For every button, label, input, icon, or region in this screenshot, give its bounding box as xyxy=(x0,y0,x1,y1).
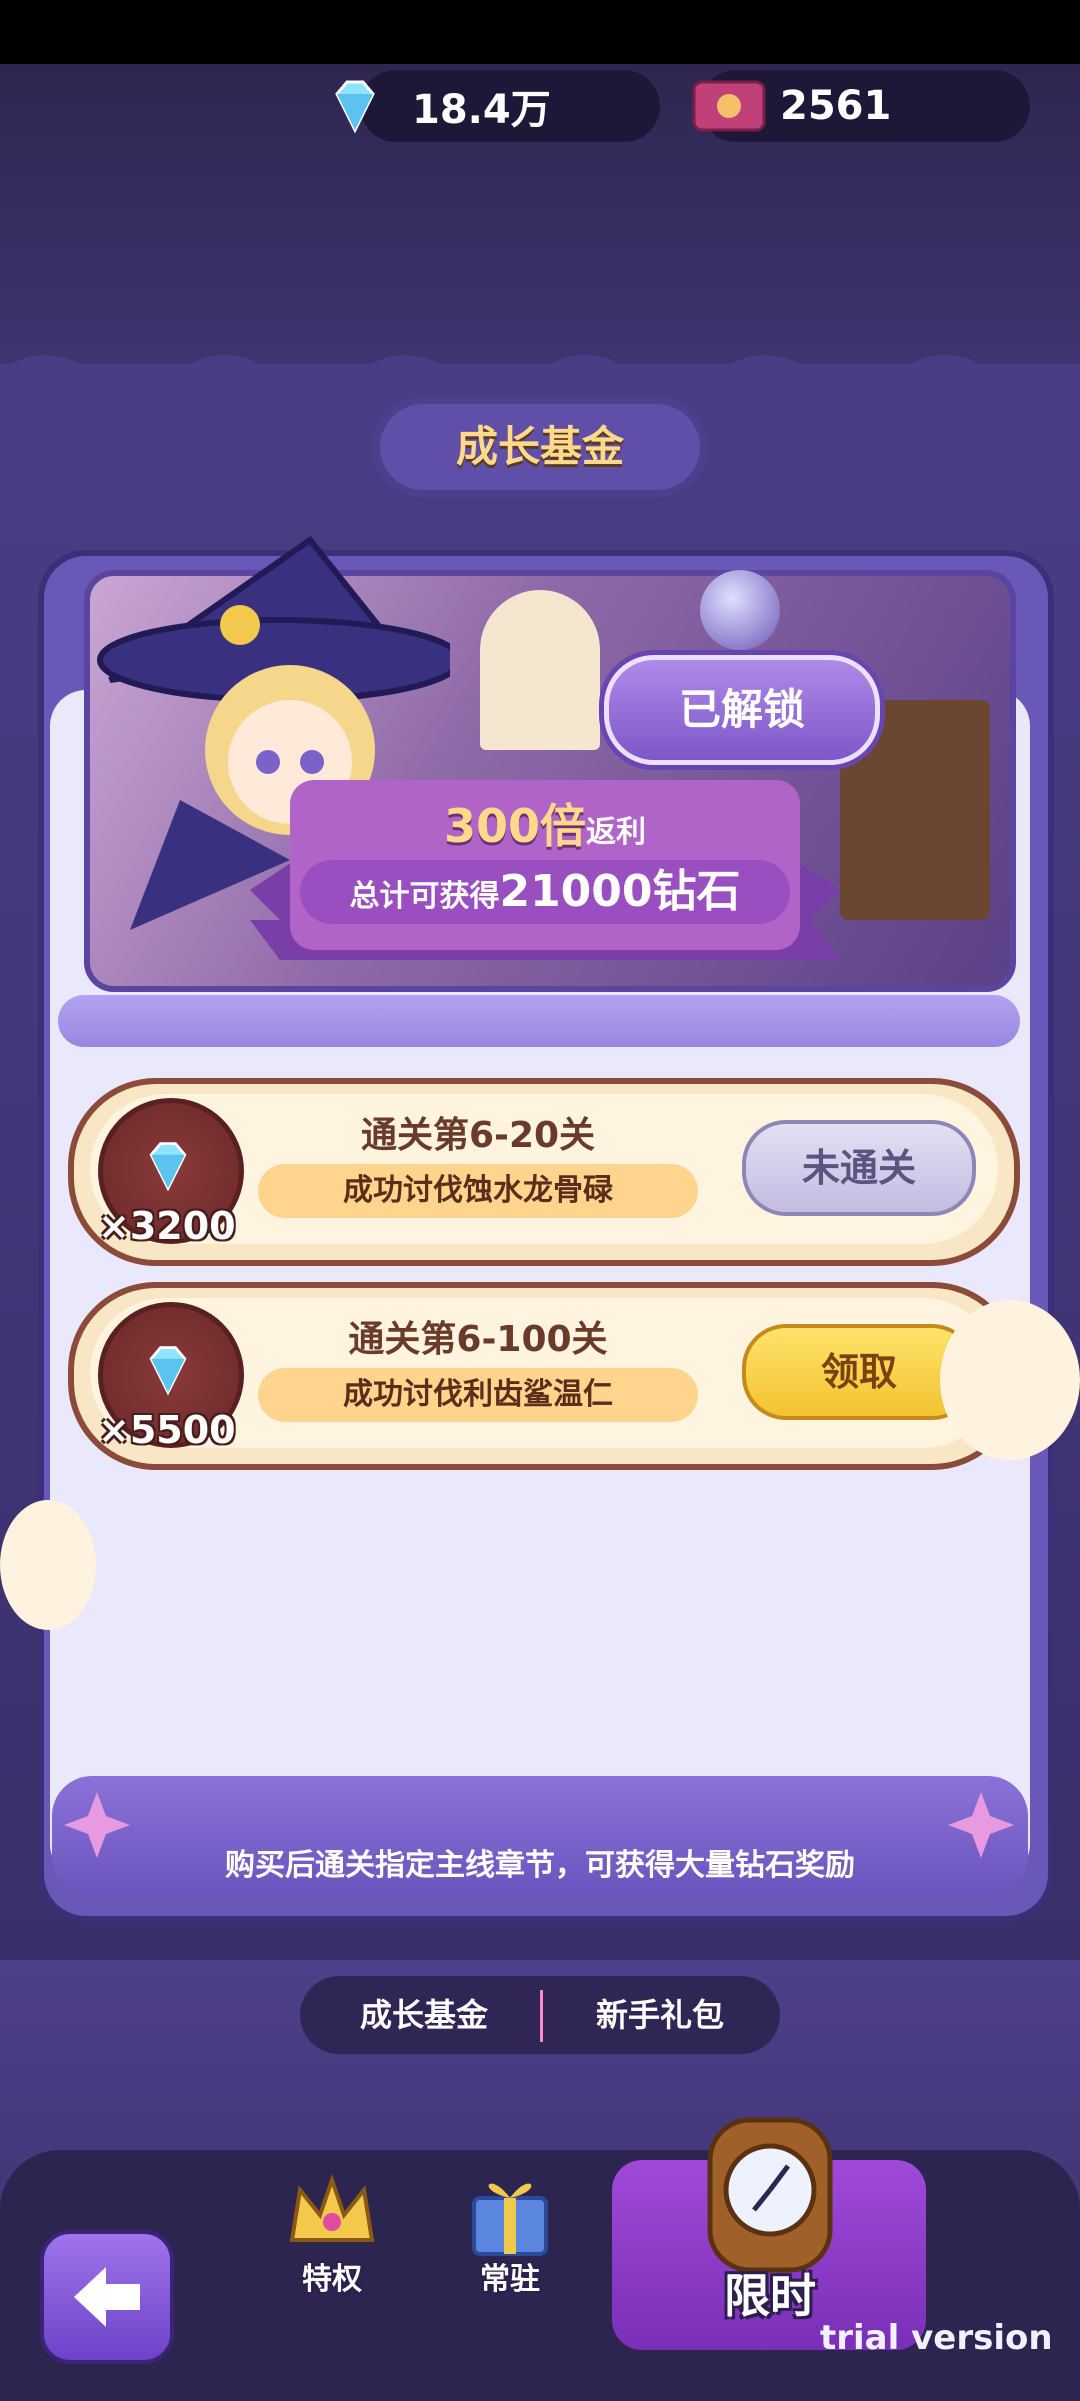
tab-newbie-pack[interactable]: 新手礼包 xyxy=(550,1982,770,2048)
diamond-icon xyxy=(149,1346,187,1396)
nav-permanent-label: 常驻 xyxy=(480,2262,540,2297)
stage-description: 成功讨伐利齿鲨温仁 xyxy=(258,1368,698,1422)
tab-separator xyxy=(540,1990,543,2042)
not-cleared-button[interactable]: 未通关 xyxy=(742,1120,976,1216)
gift-box-icon xyxy=(472,2183,548,2256)
diamond-icon xyxy=(335,80,375,134)
ticket-icon xyxy=(692,80,766,132)
library-window xyxy=(480,590,600,750)
ornamental-divider xyxy=(58,995,1020,1047)
back-arrow-icon xyxy=(74,2267,140,2327)
crown-icon xyxy=(289,2173,375,2242)
rebate-multiplier-value: 300倍 xyxy=(443,799,587,853)
reward-card-1: ×3200 通关第6-20关 成功讨伐蚀水龙骨碌 未通关 xyxy=(68,1078,1020,1266)
diamond-currency[interactable]: 18.4万 xyxy=(360,70,660,142)
nav-permanent[interactable]: 常驻 xyxy=(440,2160,580,2310)
nav-privilege-label: 特权 xyxy=(302,2262,362,2297)
rebate-multiplier: 300倍返利 xyxy=(250,790,840,856)
nav-privilege[interactable]: 特权 xyxy=(262,2160,402,2310)
tab-growth-fund[interactable]: 成长基金 xyxy=(310,1982,538,2048)
decorative-cloud xyxy=(940,1300,1080,1460)
ticket-currency-value: 2561 xyxy=(780,83,892,129)
rebate-total-prefix: 总计可获得 xyxy=(349,879,500,914)
diamond-currency-value: 18.4万 xyxy=(412,87,551,133)
back-button[interactable] xyxy=(40,2230,174,2364)
rebate-total-suffix: 钻石 xyxy=(652,866,741,917)
reward-quantity: ×3200 xyxy=(98,1204,236,1248)
stage-title: 通关第6-100关 xyxy=(348,1319,608,1360)
reward-quantity: ×5500 xyxy=(98,1408,236,1452)
diamond-icon xyxy=(149,1142,187,1192)
rebate-total: 总计可获得21000钻石 xyxy=(300,860,790,924)
page-title: 成长基金 xyxy=(455,422,624,471)
rebate-total-amount: 21000 xyxy=(499,866,653,917)
rebate-multiplier-suffix: 返利 xyxy=(586,815,647,850)
footer-note: 购买后通关指定主线章节，可获得大量钻石奖励 xyxy=(225,1848,855,1883)
clock-icon xyxy=(707,2117,833,2273)
nav-limited-label: 限时 xyxy=(724,2269,816,2323)
unlocked-badge: 已解锁 xyxy=(604,655,880,765)
status-bar xyxy=(0,0,1080,64)
trial-watermark: trial version xyxy=(820,2318,1053,2358)
crystal-orb xyxy=(700,570,780,650)
stage-title: 通关第6-20关 xyxy=(360,1115,596,1156)
reward-card-2: ×5500 通关第6-100关 成功讨伐利齿鲨温仁 领取 xyxy=(68,1282,1020,1470)
curtain-wave xyxy=(0,355,1080,400)
stage-description: 成功讨伐蚀水龙骨碌 xyxy=(258,1164,698,1218)
decorative-cloud xyxy=(0,1500,96,1630)
